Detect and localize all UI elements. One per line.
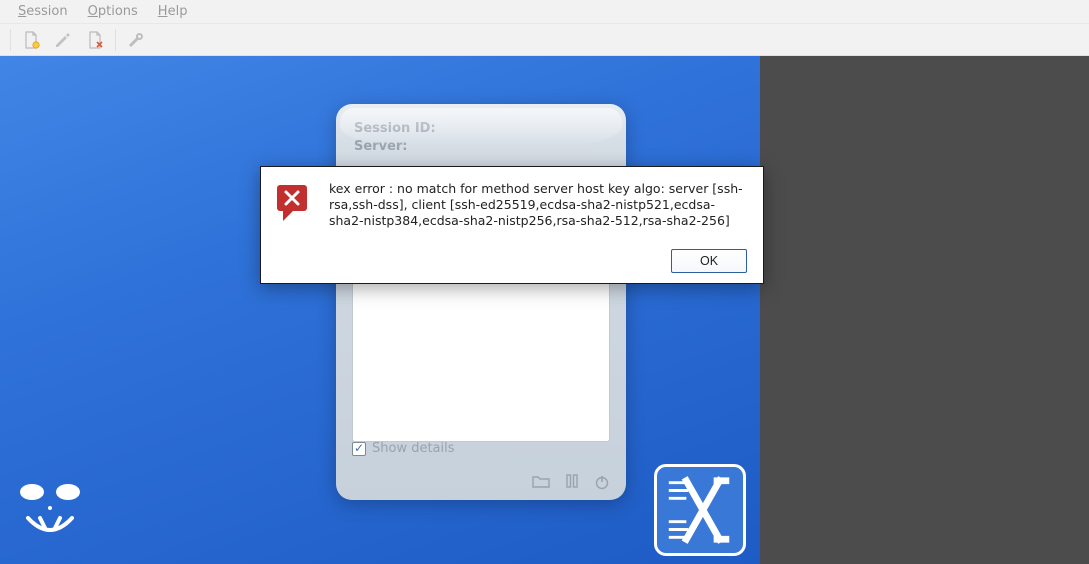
ok-button[interactable]: OK: [671, 249, 747, 273]
error-message: kex error : no match for method server h…: [329, 181, 747, 229]
pencil-icon: [54, 31, 72, 49]
folder-button[interactable]: [532, 474, 550, 490]
menu-help[interactable]: Help: [148, 2, 198, 21]
menu-options-label: ptions: [98, 4, 138, 19]
pause-button[interactable]: [566, 474, 578, 490]
menubar: Session Options Help: [0, 0, 1089, 24]
session-id-label: Session ID:: [354, 120, 608, 138]
power-button[interactable]: [594, 474, 610, 490]
card-controls: [532, 474, 610, 490]
panda-doodle: [10, 478, 100, 558]
show-details-row[interactable]: Show details: [352, 441, 610, 456]
menu-session-label: ession: [26, 4, 67, 19]
show-details-label: Show details: [372, 441, 455, 456]
show-details-checkbox[interactable]: [352, 442, 366, 456]
error-icon: [275, 183, 313, 221]
pause-icon: [566, 474, 578, 488]
x-letter-icon: [661, 471, 739, 549]
menu-session[interactable]: Session: [8, 2, 78, 21]
toolbar-separator: [115, 29, 116, 51]
menu-help-label: elp: [168, 4, 188, 19]
error-dialog: kex error : no match for method server h…: [260, 166, 764, 284]
toolbar: [0, 24, 1089, 56]
power-icon: [594, 474, 610, 490]
workspace: Session ID: Server: Show details: [0, 56, 1089, 564]
new-session-button[interactable]: [17, 27, 45, 53]
delete-document-icon: [85, 30, 105, 50]
edit-session-button[interactable]: [49, 27, 77, 53]
settings-button[interactable]: [122, 27, 150, 53]
wrench-icon: [126, 30, 146, 50]
server-label: Server:: [354, 138, 608, 156]
menu-options[interactable]: Options: [78, 2, 148, 21]
toolbar-separator: [10, 29, 11, 51]
x2go-logo: [654, 464, 746, 556]
session-card: Session ID: Server: Show details: [336, 104, 626, 500]
delete-session-button[interactable]: [81, 27, 109, 53]
new-document-icon: [21, 30, 41, 50]
desktop-background: Session ID: Server: Show details: [0, 56, 760, 564]
folder-icon: [532, 474, 550, 488]
